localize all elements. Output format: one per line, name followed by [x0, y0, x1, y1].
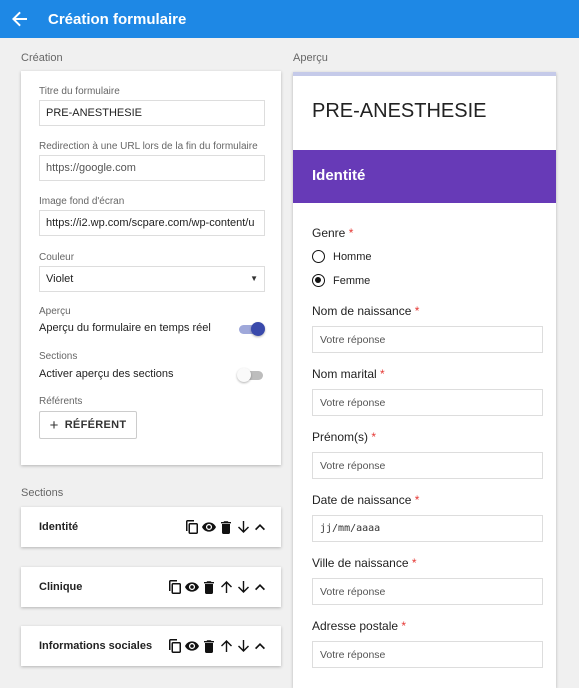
dropdown-arrow-icon: ▼: [250, 274, 258, 283]
radio-unchecked-icon: [312, 250, 325, 263]
question-text: Nom marital: [312, 367, 377, 381]
trash-icon[interactable]: [219, 519, 233, 535]
apercu-heading: Aperçu: [293, 52, 328, 64]
question-text: Genre: [312, 226, 346, 240]
required-mark: *: [380, 367, 385, 381]
color-label: Couleur: [39, 252, 75, 263]
chevron-up-icon[interactable]: [253, 638, 267, 654]
answer-input[interactable]: Votre réponse: [312, 578, 543, 605]
required-mark: *: [414, 304, 420, 318]
sections-label: Sections: [39, 351, 78, 362]
referents-label: Référents: [39, 396, 83, 407]
radio-checked-icon: [312, 274, 325, 287]
question-text: Ville de naissance: [312, 556, 409, 570]
question-label: Date de naissance *: [312, 493, 419, 507]
sections-toggle[interactable]: [237, 368, 265, 382]
arrow-left-icon: [12, 11, 27, 27]
preview-label: Aperçu: [39, 306, 71, 317]
answer-input[interactable]: Votre réponse: [312, 389, 543, 416]
copy-icon[interactable]: [185, 519, 199, 535]
page-title: Création formulaire: [48, 10, 187, 28]
required-mark: *: [411, 556, 417, 570]
question-label: Ville de naissance *: [312, 556, 417, 570]
section-banner: Identité: [293, 150, 556, 203]
radio-label: Femme: [333, 274, 371, 287]
trash-icon[interactable]: [202, 579, 216, 595]
radio-homme[interactable]: Homme: [312, 250, 372, 263]
question-label: Nom de naissance *: [312, 304, 419, 318]
add-referent-label: RÉFÉRENT: [64, 419, 127, 431]
required-mark: *: [414, 493, 420, 507]
preview-top-border: [293, 72, 556, 76]
sections-heading: Sections: [21, 487, 64, 499]
question-label-genre: Genre *: [312, 226, 353, 240]
required-mark: *: [371, 430, 377, 444]
form-title-input[interactable]: PRE-ANESTHESIE: [39, 100, 265, 126]
color-select[interactable]: Violet ▼: [39, 266, 265, 292]
preview-toggle[interactable]: [237, 322, 265, 336]
question-label: Prénom(s) *: [312, 430, 376, 444]
copy-icon[interactable]: [168, 638, 182, 654]
question-label: Nom marital *: [312, 367, 385, 381]
answer-input[interactable]: Votre réponse: [312, 641, 543, 668]
section-card-clinique[interactable]: Clinique: [21, 567, 281, 607]
preview-toggle-text: Aperçu du formulaire en temps réel: [39, 322, 211, 334]
radio-label: Homme: [333, 250, 372, 263]
section-card-informations-sociales[interactable]: Informations sociales: [21, 626, 281, 666]
redirect-label: Redirection à une URL lors de la fin du …: [39, 141, 258, 152]
section-name: Informations sociales: [39, 640, 153, 652]
question-text: Nom de naissance: [312, 304, 412, 318]
required-mark: *: [348, 226, 354, 240]
form-preview: PRE-ANESTHESIE Identité Genre * Homme Fe…: [293, 72, 556, 688]
chevron-up-icon[interactable]: [253, 519, 267, 535]
chevron-up-icon[interactable]: [253, 579, 267, 595]
app-bar: Création formulaire: [0, 0, 579, 38]
form-title-label: Titre du formulaire: [39, 86, 120, 97]
date-input[interactable]: jj/mm/aaaa: [312, 515, 543, 542]
eye-icon[interactable]: [185, 638, 199, 654]
answer-input[interactable]: Votre réponse: [312, 452, 543, 479]
background-label: Image fond d'écran: [39, 196, 125, 207]
eye-icon[interactable]: [185, 579, 199, 595]
arrow-down-icon[interactable]: [236, 579, 250, 595]
question-text: Date de naissance: [312, 493, 412, 507]
arrow-up-icon[interactable]: [219, 638, 233, 654]
add-referent-button[interactable]: + RÉFÉRENT: [39, 411, 137, 439]
section-name: Identité: [39, 521, 79, 533]
question-text: Prénom(s): [312, 430, 369, 444]
arrow-down-icon[interactable]: [236, 519, 250, 535]
answer-input[interactable]: Votre réponse: [312, 326, 543, 353]
required-mark: *: [401, 619, 407, 633]
arrow-up-icon[interactable]: [219, 579, 233, 595]
redirect-url-input[interactable]: https://google.com: [39, 155, 265, 181]
section-name: Clinique: [39, 581, 83, 593]
plus-icon: +: [49, 416, 59, 434]
eye-icon[interactable]: [202, 519, 216, 535]
sections-toggle-text: Activer aperçu des sections: [39, 368, 174, 380]
arrow-down-icon[interactable]: [236, 638, 250, 654]
preview-form-title: PRE-ANESTHESIE: [312, 100, 487, 122]
background-image-input[interactable]: https://i2.wp.com/scpare.com/wp-content/…: [39, 210, 265, 236]
section-card-identite[interactable]: Identité: [21, 507, 281, 547]
back-button[interactable]: [0, 0, 40, 38]
color-select-value: Violet: [46, 273, 74, 285]
question-label: Adresse postale *: [312, 619, 406, 633]
toggle-knob: [237, 368, 251, 382]
trash-icon[interactable]: [202, 638, 216, 654]
section-banner-title: Identité: [312, 167, 366, 184]
radio-femme[interactable]: Femme: [312, 274, 370, 287]
creation-heading: Création: [21, 52, 63, 64]
creation-card: Titre du formulaire PRE-ANESTHESIE Redir…: [21, 71, 281, 465]
question-text: Adresse postale: [312, 619, 399, 633]
toggle-knob: [251, 322, 265, 336]
copy-icon[interactable]: [168, 579, 182, 595]
